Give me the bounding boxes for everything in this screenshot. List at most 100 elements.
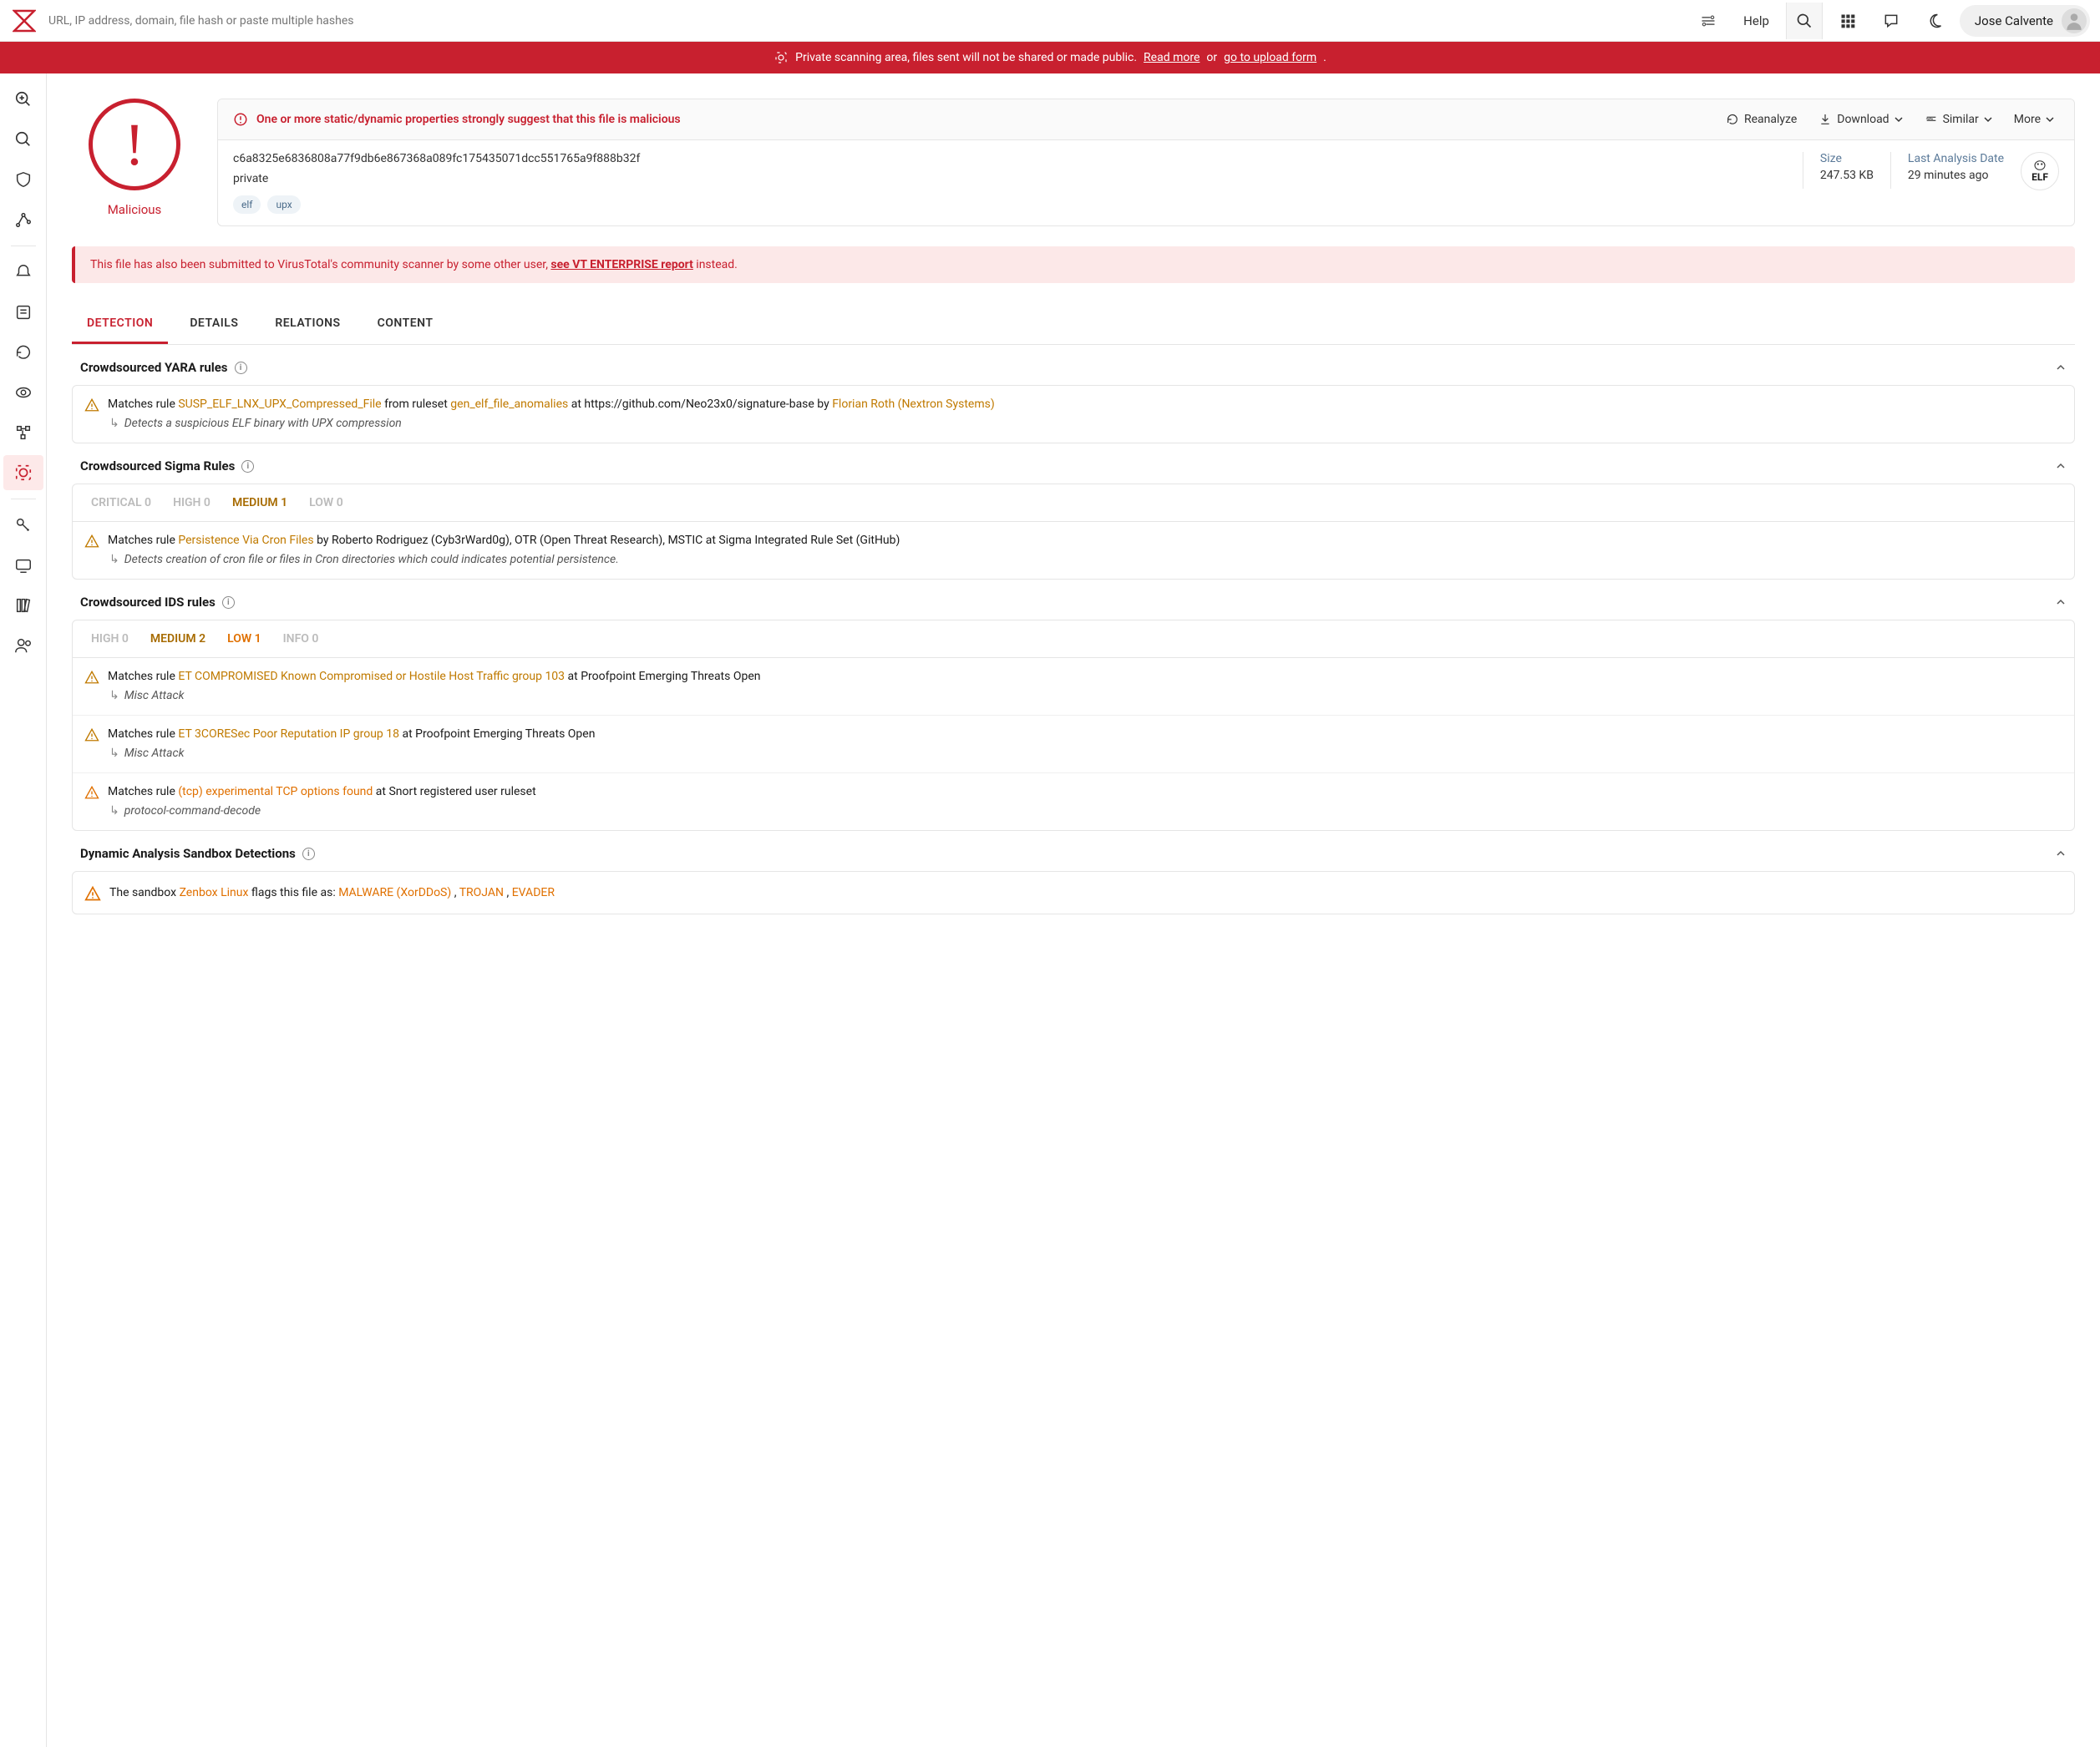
- sandbox-detection: The sandbox Zenbox Linux flags this file…: [73, 872, 2074, 914]
- tab-detection[interactable]: DETECTION: [72, 305, 168, 344]
- grid-icon[interactable]: [1829, 3, 1866, 39]
- upload-link[interactable]: go to upload form: [1224, 51, 1316, 64]
- verdict-badge: ! Malicious: [72, 99, 197, 226]
- chevron-down-icon: [1895, 115, 1903, 124]
- ids-severity-tabs: HIGH 0 MEDIUM 2 LOW 1 INFO 0: [73, 620, 2074, 658]
- theme-icon[interactable]: [1916, 3, 1953, 39]
- severity-tab[interactable]: HIGH 0: [91, 632, 129, 646]
- ids-section-header[interactable]: Crowdsourced IDS rulesi: [72, 580, 2075, 620]
- chevron-up-icon: [2055, 362, 2067, 373]
- date-info: Last Analysis Date 29 minutes ago: [1908, 152, 2004, 182]
- enterprise-link[interactable]: see VT ENTERPRISE report: [550, 258, 692, 271]
- sigma-section-body: CRITICAL 0 HIGH 0 MEDIUM 1 LOW 0 Matches ru…: [72, 484, 2075, 580]
- sigma-rule: Matches rule Persistence Via Cron Files …: [73, 522, 2074, 579]
- verdict-circle-icon: !: [89, 99, 180, 190]
- file-hash: c6a8325e6836808a77f9db6e867368a089fc1754…: [233, 152, 1786, 165]
- ids-rule: Matches rule ET COMPROMISED Known Compro…: [73, 658, 2074, 716]
- yara-rule: Matches rule SUSP_ELF_LNX_UPX_Compressed…: [73, 386, 2074, 443]
- chevron-down-icon: [1984, 115, 1992, 124]
- warning-icon: [84, 670, 99, 685]
- warning-icon: [84, 785, 99, 800]
- search-icon[interactable]: [1786, 3, 1823, 39]
- user-name: Jose Calvente: [1975, 13, 2053, 28]
- main-content: ! Malicious One or more static/dynamic p…: [47, 73, 2100, 1747]
- comment-icon[interactable]: [1873, 3, 1910, 39]
- tabs: DETECTIONDETAILSRELATIONSCONTENT: [72, 305, 2075, 345]
- nav-users-icon[interactable]: [3, 628, 43, 663]
- linux-icon: [2032, 160, 2047, 171]
- info-icon: i: [241, 460, 254, 473]
- chevron-up-icon: [2055, 596, 2067, 608]
- private-banner: Private scanning area, files sent will n…: [0, 42, 2100, 73]
- sigma-section-header[interactable]: Crowdsourced Sigma Rulesi: [72, 443, 2075, 484]
- search-input[interactable]: [45, 8, 379, 34]
- severity-tab[interactable]: MEDIUM 1: [232, 496, 287, 509]
- yara-section-header[interactable]: Crowdsourced YARA rulesi: [72, 345, 2075, 385]
- top-bar: Help Jose Calvente: [0, 0, 2100, 42]
- alert-message: One or more static/dynamic properties st…: [233, 112, 1709, 127]
- ids-section-body: HIGH 0 MEDIUM 2 LOW 1 INFO 0 Matches rule E…: [72, 620, 2075, 831]
- yara-section-body: Matches rule SUSP_ELF_LNX_UPX_Compressed…: [72, 385, 2075, 443]
- warning-icon: [84, 727, 99, 742]
- sandbox-section-header[interactable]: Dynamic Analysis Sandbox Detectionsi: [72, 831, 2075, 871]
- search-container: [45, 8, 379, 34]
- info-icon: i: [302, 848, 315, 860]
- sandbox-section-body: The sandbox Zenbox Linux flags this file…: [72, 871, 2075, 914]
- severity-tab[interactable]: MEDIUM 2: [150, 632, 205, 646]
- info-icon: i: [222, 596, 235, 609]
- nav-graph-icon[interactable]: [3, 202, 43, 237]
- user-menu[interactable]: Jose Calvente: [1960, 5, 2090, 37]
- nav-alert-icon[interactable]: [3, 255, 43, 290]
- tab-content[interactable]: CONTENT: [363, 305, 449, 344]
- tag-elf[interactable]: elf: [233, 195, 261, 214]
- chevron-up-icon: [2055, 848, 2067, 859]
- severity-tab[interactable]: CRITICAL 0: [91, 496, 151, 509]
- reanalyze-button[interactable]: Reanalyze: [1721, 109, 1802, 129]
- size-info: Size 247.53 KB: [1820, 152, 1874, 182]
- tag-upx[interactable]: upx: [267, 195, 300, 214]
- chevron-up-icon: [2055, 460, 2067, 472]
- info-icon: i: [235, 362, 247, 374]
- logo[interactable]: [10, 7, 38, 35]
- verdict-label: Malicious: [108, 202, 162, 217]
- more-button[interactable]: More: [2009, 109, 2059, 129]
- nav-history-icon[interactable]: [3, 335, 43, 370]
- severity-tab[interactable]: HIGH 0: [173, 496, 211, 509]
- tab-details[interactable]: DETAILS: [175, 305, 253, 344]
- help-link[interactable]: Help: [1733, 13, 1779, 28]
- tags: elfupx: [233, 195, 1786, 214]
- tab-relations[interactable]: RELATIONS: [260, 305, 355, 344]
- download-button[interactable]: Download: [1813, 109, 1907, 129]
- filetype-badge: ELF: [2021, 152, 2059, 190]
- severity-tab[interactable]: LOW 0: [309, 496, 343, 509]
- nav-library-icon[interactable]: [3, 588, 43, 623]
- alert-icon: [233, 112, 248, 127]
- ids-rule: Matches rule ET 3CORESec Poor Reputation…: [73, 716, 2074, 773]
- settings-icon[interactable]: [1690, 3, 1727, 39]
- warning-icon: [84, 534, 99, 549]
- severity-tab[interactable]: LOW 1: [227, 632, 261, 646]
- summary-card: One or more static/dynamic properties st…: [217, 99, 2075, 226]
- warning-icon: [84, 885, 101, 902]
- ids-rule: Matches rule (tcp) experimental TCP opti…: [73, 773, 2074, 830]
- nav-shield-icon[interactable]: [3, 162, 43, 197]
- nav-monitor-icon[interactable]: [3, 548, 43, 583]
- similar-button[interactable]: Similar: [1920, 109, 1997, 129]
- nav-zoom-icon[interactable]: [3, 82, 43, 117]
- nav-key-icon[interactable]: [3, 508, 43, 543]
- severity-tab[interactable]: INFO 0: [283, 632, 319, 646]
- warning-icon: [84, 398, 99, 413]
- readmore-link[interactable]: Read more: [1144, 51, 1200, 64]
- banner-text: Private scanning area, files sent will n…: [795, 51, 1137, 64]
- file-name: private: [233, 172, 1786, 185]
- scan-icon: [774, 50, 789, 65]
- nav-list-icon[interactable]: [3, 295, 43, 330]
- left-rail: [0, 73, 47, 1747]
- enterprise-notice: This file has also been submitted to Vir…: [72, 246, 2075, 283]
- nav-private-scan-icon[interactable]: [3, 455, 43, 490]
- chevron-down-icon: [2046, 115, 2054, 124]
- nav-nodes-icon[interactable]: [3, 415, 43, 450]
- nav-search-icon[interactable]: [3, 122, 43, 157]
- nav-eye-icon[interactable]: [3, 375, 43, 410]
- avatar-icon: [2062, 8, 2087, 33]
